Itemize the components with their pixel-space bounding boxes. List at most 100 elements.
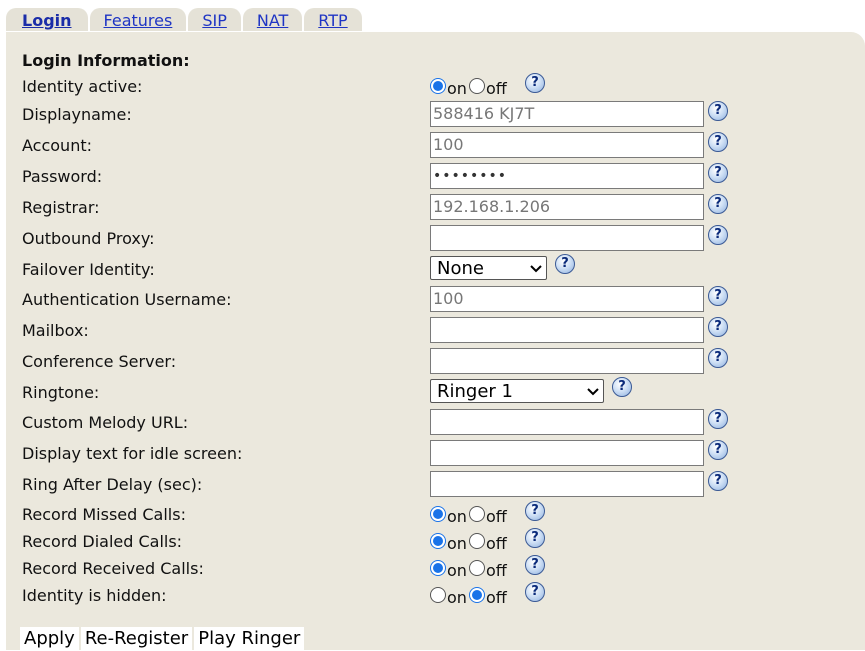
tab-bar: Login Features SIP NAT RTP — [6, 8, 362, 32]
custom-melody-url-label: Custom Melody URL: — [22, 413, 189, 432]
row-ringtone: Ringtone: Ringer 1 ? — [6, 377, 865, 407]
login-panel: Login Information: Identity active: on o… — [6, 32, 865, 651]
help-icon[interactable]: ? — [708, 194, 728, 214]
help-icon[interactable]: ? — [525, 555, 545, 575]
idle-text-label: Display text for idle screen: — [22, 444, 243, 463]
reregister-button[interactable]: Re-Register — [80, 627, 193, 651]
tab-sip[interactable]: SIP — [188, 8, 241, 31]
outbound-proxy-input[interactable] — [430, 225, 704, 251]
conference-server-input[interactable] — [430, 348, 704, 374]
identity-hidden-label: Identity is hidden: — [22, 586, 167, 605]
help-icon[interactable]: ? — [525, 528, 545, 548]
action-buttons: Apply Re-Register Play Ringer — [20, 627, 305, 651]
password-input[interactable]: •••••••• — [430, 163, 704, 189]
identity-hidden-off-radio[interactable] — [468, 587, 485, 603]
row-registrar: Registrar: 192.168.1.206 ? — [6, 194, 865, 222]
record-dialed-on-radio[interactable] — [430, 533, 446, 549]
off-label: off — [485, 534, 507, 553]
help-icon[interactable]: ? — [708, 471, 728, 491]
account-input[interactable]: 100 — [430, 132, 704, 158]
account-label: Account: — [22, 136, 92, 155]
row-password: Password: •••••••• ? — [6, 163, 865, 191]
help-icon[interactable]: ? — [612, 377, 632, 397]
on-label: on — [447, 561, 467, 580]
off-label: off — [485, 588, 507, 607]
help-icon[interactable]: ? — [708, 348, 728, 368]
on-label: on — [447, 534, 467, 553]
conference-server-label: Conference Server: — [22, 352, 177, 371]
displayname-input[interactable]: 588416 KJ7T — [430, 101, 704, 127]
row-ring-after-delay: Ring After Delay (sec): ? — [6, 471, 865, 499]
tab-nat[interactable]: NAT — [242, 8, 303, 31]
help-icon[interactable]: ? — [708, 132, 728, 152]
record-missed-off-radio[interactable] — [468, 506, 485, 522]
record-received-label: Record Received Calls: — [22, 559, 204, 578]
record-missed-label: Record Missed Calls: — [22, 505, 186, 524]
record-dialed-radio-group: on off — [430, 530, 509, 552]
row-record-received: Record Received Calls: on off ? — [6, 555, 865, 583]
ring-after-delay-input[interactable] — [430, 471, 704, 497]
record-received-on-radio[interactable] — [430, 560, 446, 576]
auth-username-input[interactable]: 100 — [430, 286, 704, 312]
help-icon[interactable]: ? — [708, 163, 728, 183]
identity-active-off-radio[interactable] — [468, 78, 485, 94]
row-identity-active: Identity active: on off ? — [6, 73, 865, 101]
record-missed-on-radio[interactable] — [430, 506, 446, 522]
custom-melody-url-input[interactable] — [430, 409, 704, 435]
identity-hidden-radio-group: on off — [430, 584, 509, 606]
help-icon[interactable]: ? — [708, 101, 728, 121]
identity-active-label: Identity active: — [22, 77, 143, 96]
failover-identity-value: None — [437, 258, 484, 279]
on-label: on — [447, 588, 467, 607]
help-icon[interactable]: ? — [708, 409, 728, 429]
mailbox-label: Mailbox: — [22, 321, 89, 340]
play-ringer-button[interactable]: Play Ringer — [194, 627, 305, 651]
row-outbound-proxy: Outbound Proxy: ? — [6, 225, 865, 253]
identity-hidden-on-radio[interactable] — [430, 587, 446, 603]
tab-features[interactable]: Features — [89, 8, 187, 31]
identity-active-radio-group: on off — [430, 75, 509, 97]
help-icon[interactable]: ? — [525, 582, 545, 602]
help-icon[interactable]: ? — [555, 254, 575, 274]
help-icon[interactable]: ? — [708, 286, 728, 306]
section-title: Login Information: — [22, 51, 190, 70]
help-icon[interactable]: ? — [708, 440, 728, 460]
help-icon[interactable]: ? — [708, 317, 728, 337]
record-received-off-radio[interactable] — [468, 560, 485, 576]
ringtone-value: Ringer 1 — [437, 381, 513, 402]
tab-login[interactable]: Login — [6, 8, 88, 31]
off-label: off — [485, 507, 507, 526]
row-record-missed: Record Missed Calls: on off ? — [6, 501, 865, 529]
auth-username-label: Authentication Username: — [22, 290, 232, 309]
record-received-radio-group: on off — [430, 557, 509, 579]
chevron-down-icon — [530, 264, 542, 274]
row-failover-identity: Failover Identity: None ? — [6, 254, 865, 284]
ringtone-label: Ringtone: — [22, 383, 100, 402]
registrar-label: Registrar: — [22, 198, 100, 217]
outbound-proxy-label: Outbound Proxy: — [22, 229, 155, 248]
apply-button[interactable]: Apply — [20, 627, 79, 651]
help-icon[interactable]: ? — [525, 501, 545, 521]
row-conference-server: Conference Server: ? — [6, 348, 865, 376]
off-label: off — [485, 561, 507, 580]
tab-rtp[interactable]: RTP — [304, 8, 362, 31]
row-identity-hidden: Identity is hidden: on off ? — [6, 582, 865, 610]
displayname-label: Displayname: — [22, 105, 132, 124]
record-dialed-label: Record Dialed Calls: — [22, 532, 183, 551]
mailbox-input[interactable] — [430, 317, 704, 343]
failover-identity-label: Failover Identity: — [22, 260, 155, 279]
password-label: Password: — [22, 167, 103, 186]
help-icon[interactable]: ? — [708, 225, 728, 245]
registrar-input[interactable]: 192.168.1.206 — [430, 194, 704, 220]
ring-after-delay-label: Ring After Delay (sec): — [22, 475, 203, 494]
failover-identity-select[interactable]: None — [430, 256, 547, 280]
identity-active-on-radio[interactable] — [430, 78, 446, 94]
row-custom-melody-url: Custom Melody URL: ? — [6, 409, 865, 437]
row-record-dialed: Record Dialed Calls: on off ? — [6, 528, 865, 556]
help-icon[interactable]: ? — [525, 73, 545, 93]
record-dialed-off-radio[interactable] — [468, 533, 485, 549]
row-auth-username: Authentication Username: 100 ? — [6, 286, 865, 314]
ringtone-select[interactable]: Ringer 1 — [430, 379, 604, 403]
chevron-down-icon — [587, 387, 599, 397]
idle-text-input[interactable] — [430, 440, 704, 466]
